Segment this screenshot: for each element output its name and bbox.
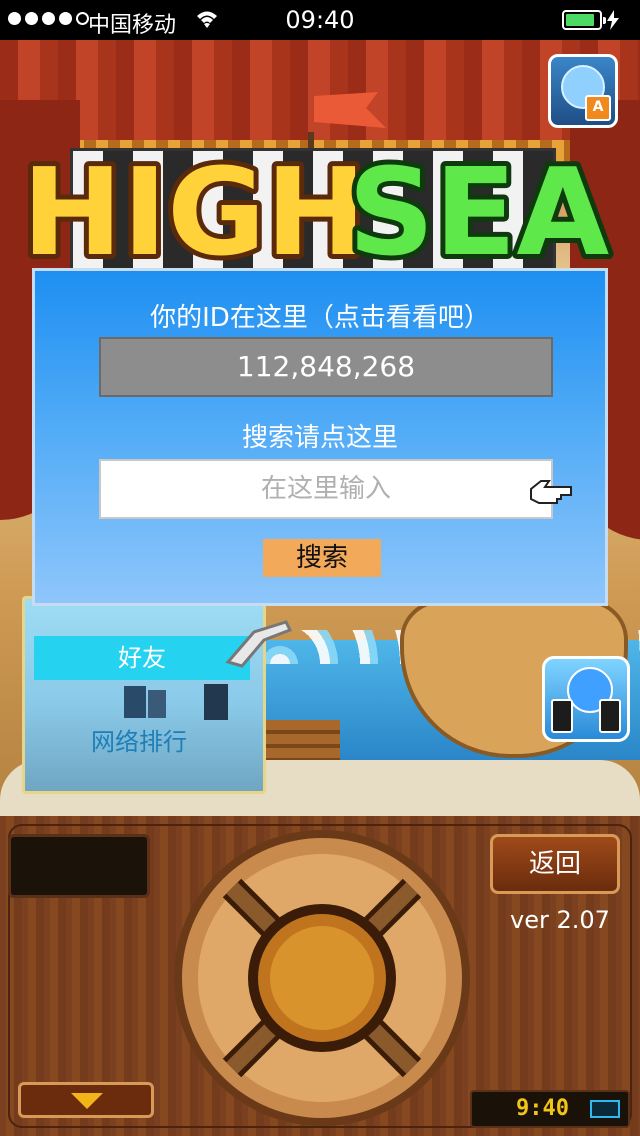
logo-high-fill: HIGH (22, 144, 366, 283)
logo-sea-fill: SEA (348, 144, 609, 283)
pointing-hand-icon (225, 620, 293, 668)
life-ring-control[interactable] (170, 826, 474, 1130)
down-arrow-button[interactable] (18, 1082, 154, 1118)
language-switch-button[interactable]: A (548, 54, 618, 128)
game-clock: 9:40 (470, 1090, 630, 1128)
language-a-icon: A (585, 95, 611, 121)
item-display-slot (8, 834, 150, 898)
pirate-characters (124, 684, 228, 720)
back-button[interactable]: 返回 (490, 834, 620, 894)
clock: 09:40 (285, 6, 355, 34)
user-id-display[interactable]: 112,848,268 (99, 337, 553, 397)
friend-search-dialog: 你的ID在这里（点击看看吧） 112,848,268 搜索请点这里 搜索 (32, 268, 608, 606)
search-input[interactable] (99, 459, 553, 519)
id-title: 你的ID在这里（点击看看吧） (150, 303, 490, 333)
status-bar: 中国移动 09:40 (0, 0, 640, 40)
social-share-button[interactable] (542, 656, 630, 742)
phone-icon (599, 699, 621, 733)
search-title: 搜索请点这里 (241, 423, 398, 453)
friends-tab[interactable]: 好友 (34, 636, 250, 680)
battery-icon (590, 1100, 620, 1118)
down-arrow-icon (71, 1093, 103, 1109)
game-clock-time: 9:40 (516, 1096, 569, 1121)
online-ranking-tab[interactable]: 网络排行 (34, 722, 244, 762)
game-logo: HIGH HIGH SEA SEA (17, 139, 614, 284)
search-button[interactable]: 搜索 (263, 539, 381, 577)
battery-icon (562, 10, 606, 30)
pointing-hand-icon (530, 480, 572, 504)
version-label: ver 2.07 (510, 906, 610, 934)
charging-icon (607, 10, 619, 30)
phone-icon (551, 699, 573, 733)
